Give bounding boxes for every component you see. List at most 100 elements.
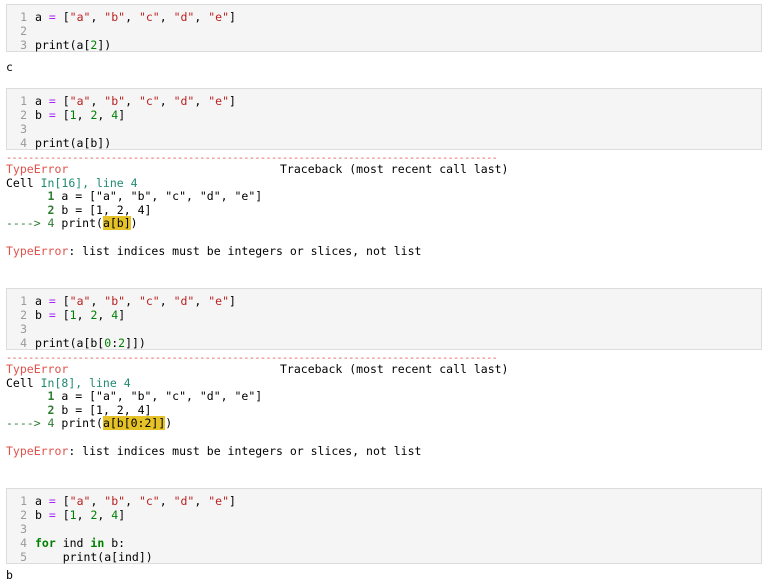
- code-editor[interactable]: 1a = ["a", "b", "c", "d", "e"] 2 b = [1, 2…: [7, 494, 761, 564]
- traceback-code: print(: [54, 416, 103, 431]
- code-token: [: [55, 494, 70, 508]
- code-token: print(a[b[: [35, 336, 105, 350]
- code-token: "e": [208, 10, 229, 24]
- cell-reference: In[8], line 4: [40, 375, 131, 390]
- code-line[interactable]: 4 print(a[b]): [7, 136, 761, 150]
- highlighted-expression: a[b[0:2]]: [102, 416, 166, 431]
- traceback-line: 2 b = [1, 2, 4]: [6, 402, 762, 418]
- code-token: ,: [125, 94, 139, 108]
- code-token: ,: [90, 94, 105, 108]
- line-number: 2: [20, 308, 27, 322]
- code-token: print(a[ind]): [35, 550, 153, 564]
- code-token: ,: [159, 94, 174, 108]
- error-location: Cell In[8], line 4: [6, 375, 762, 391]
- code-line[interactable]: 2b = [1, 2, 4]: [7, 308, 761, 322]
- code-cell-2[interactable]: 1a = ["a", "b", "c", "d", "e"] 2 b = [1, 2…: [6, 88, 762, 150]
- error-message: TypeError: list indices must be integers…: [6, 443, 762, 459]
- code-token: b: [35, 308, 49, 322]
- code-token: "e": [208, 294, 229, 308]
- code-cell-1[interactable]: 1a = ["a", "b", "c", "d", "e"] 2 3 print(a[…: [6, 4, 762, 52]
- code-token: [: [55, 508, 70, 522]
- line-number: 4: [20, 336, 27, 350]
- code-token: =: [48, 94, 56, 108]
- traceback-indent: [6, 403, 48, 417]
- traceback-indent: [6, 203, 48, 217]
- code-token: ]: [229, 294, 236, 308]
- code-line[interactable]: 3: [7, 322, 761, 336]
- code-token: ,: [159, 10, 174, 24]
- error-output-1: ----------------------------------------…: [6, 155, 762, 258]
- code-editor[interactable]: 1a = ["a", "b", "c", "d", "e"] 2 b = [1, 2…: [7, 294, 761, 350]
- code-token: for: [35, 536, 56, 550]
- cell-output-1: c: [6, 60, 13, 74]
- error-text: : list indices must be integers or slice…: [68, 243, 422, 258]
- code-editor[interactable]: 1a = ["a", "b", "c", "d", "e"] 2 3 print(a[…: [7, 10, 761, 52]
- code-token: ,: [159, 494, 174, 508]
- line-number: 2: [20, 108, 27, 122]
- line-number: 3: [20, 38, 27, 52]
- traceback-label: Traceback (most recent call last): [280, 362, 509, 376]
- code-token: a: [35, 10, 49, 24]
- code-line[interactable]: 5 print(a[ind]): [7, 550, 761, 564]
- code-token: "a": [69, 94, 91, 108]
- line-number: 1: [20, 10, 27, 24]
- code-token: ,: [90, 294, 105, 308]
- error-name: TypeError: [6, 443, 69, 458]
- traceback-arrow-line: ----> 4 print(a[b[0:2]]): [6, 416, 762, 431]
- cell-prefix: Cell: [6, 175, 41, 190]
- code-line[interactable]: 1a = ["a", "b", "c", "d", "e"]: [7, 494, 761, 508]
- code-token: "c": [138, 494, 160, 508]
- code-line[interactable]: 3: [7, 122, 761, 136]
- code-token: "d": [173, 494, 195, 508]
- traceback-arrow: ----> 4: [6, 216, 55, 231]
- line-number: 5: [20, 550, 27, 564]
- line-number: 3: [20, 322, 27, 336]
- code-token: =: [48, 294, 56, 308]
- code-token: 1: [69, 108, 77, 122]
- traceback-line: 2 b = [1, 2, 4]: [6, 203, 762, 218]
- traceback-line: 1 a = ["a", "b", "c", "d", "e"]: [6, 189, 762, 204]
- code-token: "c": [138, 94, 160, 108]
- code-line[interactable]: 3: [7, 522, 761, 536]
- code-token: ]: [229, 10, 236, 24]
- code-token: ,: [97, 108, 112, 122]
- code-token: 1: [69, 508, 77, 522]
- error-message: TypeError: list indices must be integers…: [6, 243, 762, 259]
- code-token: ,: [90, 494, 105, 508]
- code-token: ]: [229, 94, 236, 108]
- line-number: 2: [20, 508, 27, 522]
- code-token: ind: [55, 536, 91, 550]
- error-name: TypeError: [6, 162, 69, 176]
- code-token: "a": [69, 494, 91, 508]
- code-token: ,: [125, 10, 139, 24]
- code-token: ,: [76, 308, 91, 322]
- traceback-arrow-line: ----> 4 print(a[b]): [6, 216, 762, 231]
- traceback-code: b = [1, 2, 4]: [54, 402, 152, 417]
- code-editor[interactable]: 1a = ["a", "b", "c", "d", "e"] 2 b = [1, 2…: [7, 94, 761, 150]
- code-token: [: [55, 94, 70, 108]
- code-line[interactable]: 2b = [1, 2, 4]: [7, 108, 761, 122]
- traceback-code: a = ["a", "b", "c", "d", "e"]: [54, 189, 263, 204]
- code-line[interactable]: 1a = ["a", "b", "c", "d", "e"]: [7, 10, 761, 24]
- code-line[interactable]: 2: [7, 24, 761, 38]
- code-line[interactable]: 3 print(a[2]): [7, 38, 761, 52]
- line-number: 2: [20, 24, 27, 38]
- error-name: TypeError: [6, 243, 69, 258]
- line-number: 1: [20, 294, 27, 308]
- code-line[interactable]: 4 print(a[b[0:2]]): [7, 336, 761, 350]
- code-cell-4[interactable]: 1a = ["a", "b", "c", "d", "e"] 2 b = [1, 2…: [6, 488, 762, 564]
- code-line[interactable]: 1a = ["a", "b", "c", "d", "e"]: [7, 294, 761, 308]
- code-line[interactable]: 4 for ind in b:: [7, 536, 761, 550]
- code-token: "e": [208, 494, 229, 508]
- code-token: ,: [194, 10, 209, 24]
- code-token: ]]): [125, 336, 146, 350]
- code-line[interactable]: 1a = ["a", "b", "c", "d", "e"]: [7, 94, 761, 108]
- code-token: [: [55, 108, 70, 122]
- code-line[interactable]: 2b = [1, 2, 4]: [7, 508, 761, 522]
- code-token: =: [48, 508, 56, 522]
- code-token: ,: [97, 508, 112, 522]
- code-token: =: [48, 108, 56, 122]
- error-text: : list indices must be integers or slice…: [68, 443, 422, 458]
- code-cell-3[interactable]: 1a = ["a", "b", "c", "d", "e"] 2 b = [1, 2…: [6, 288, 762, 350]
